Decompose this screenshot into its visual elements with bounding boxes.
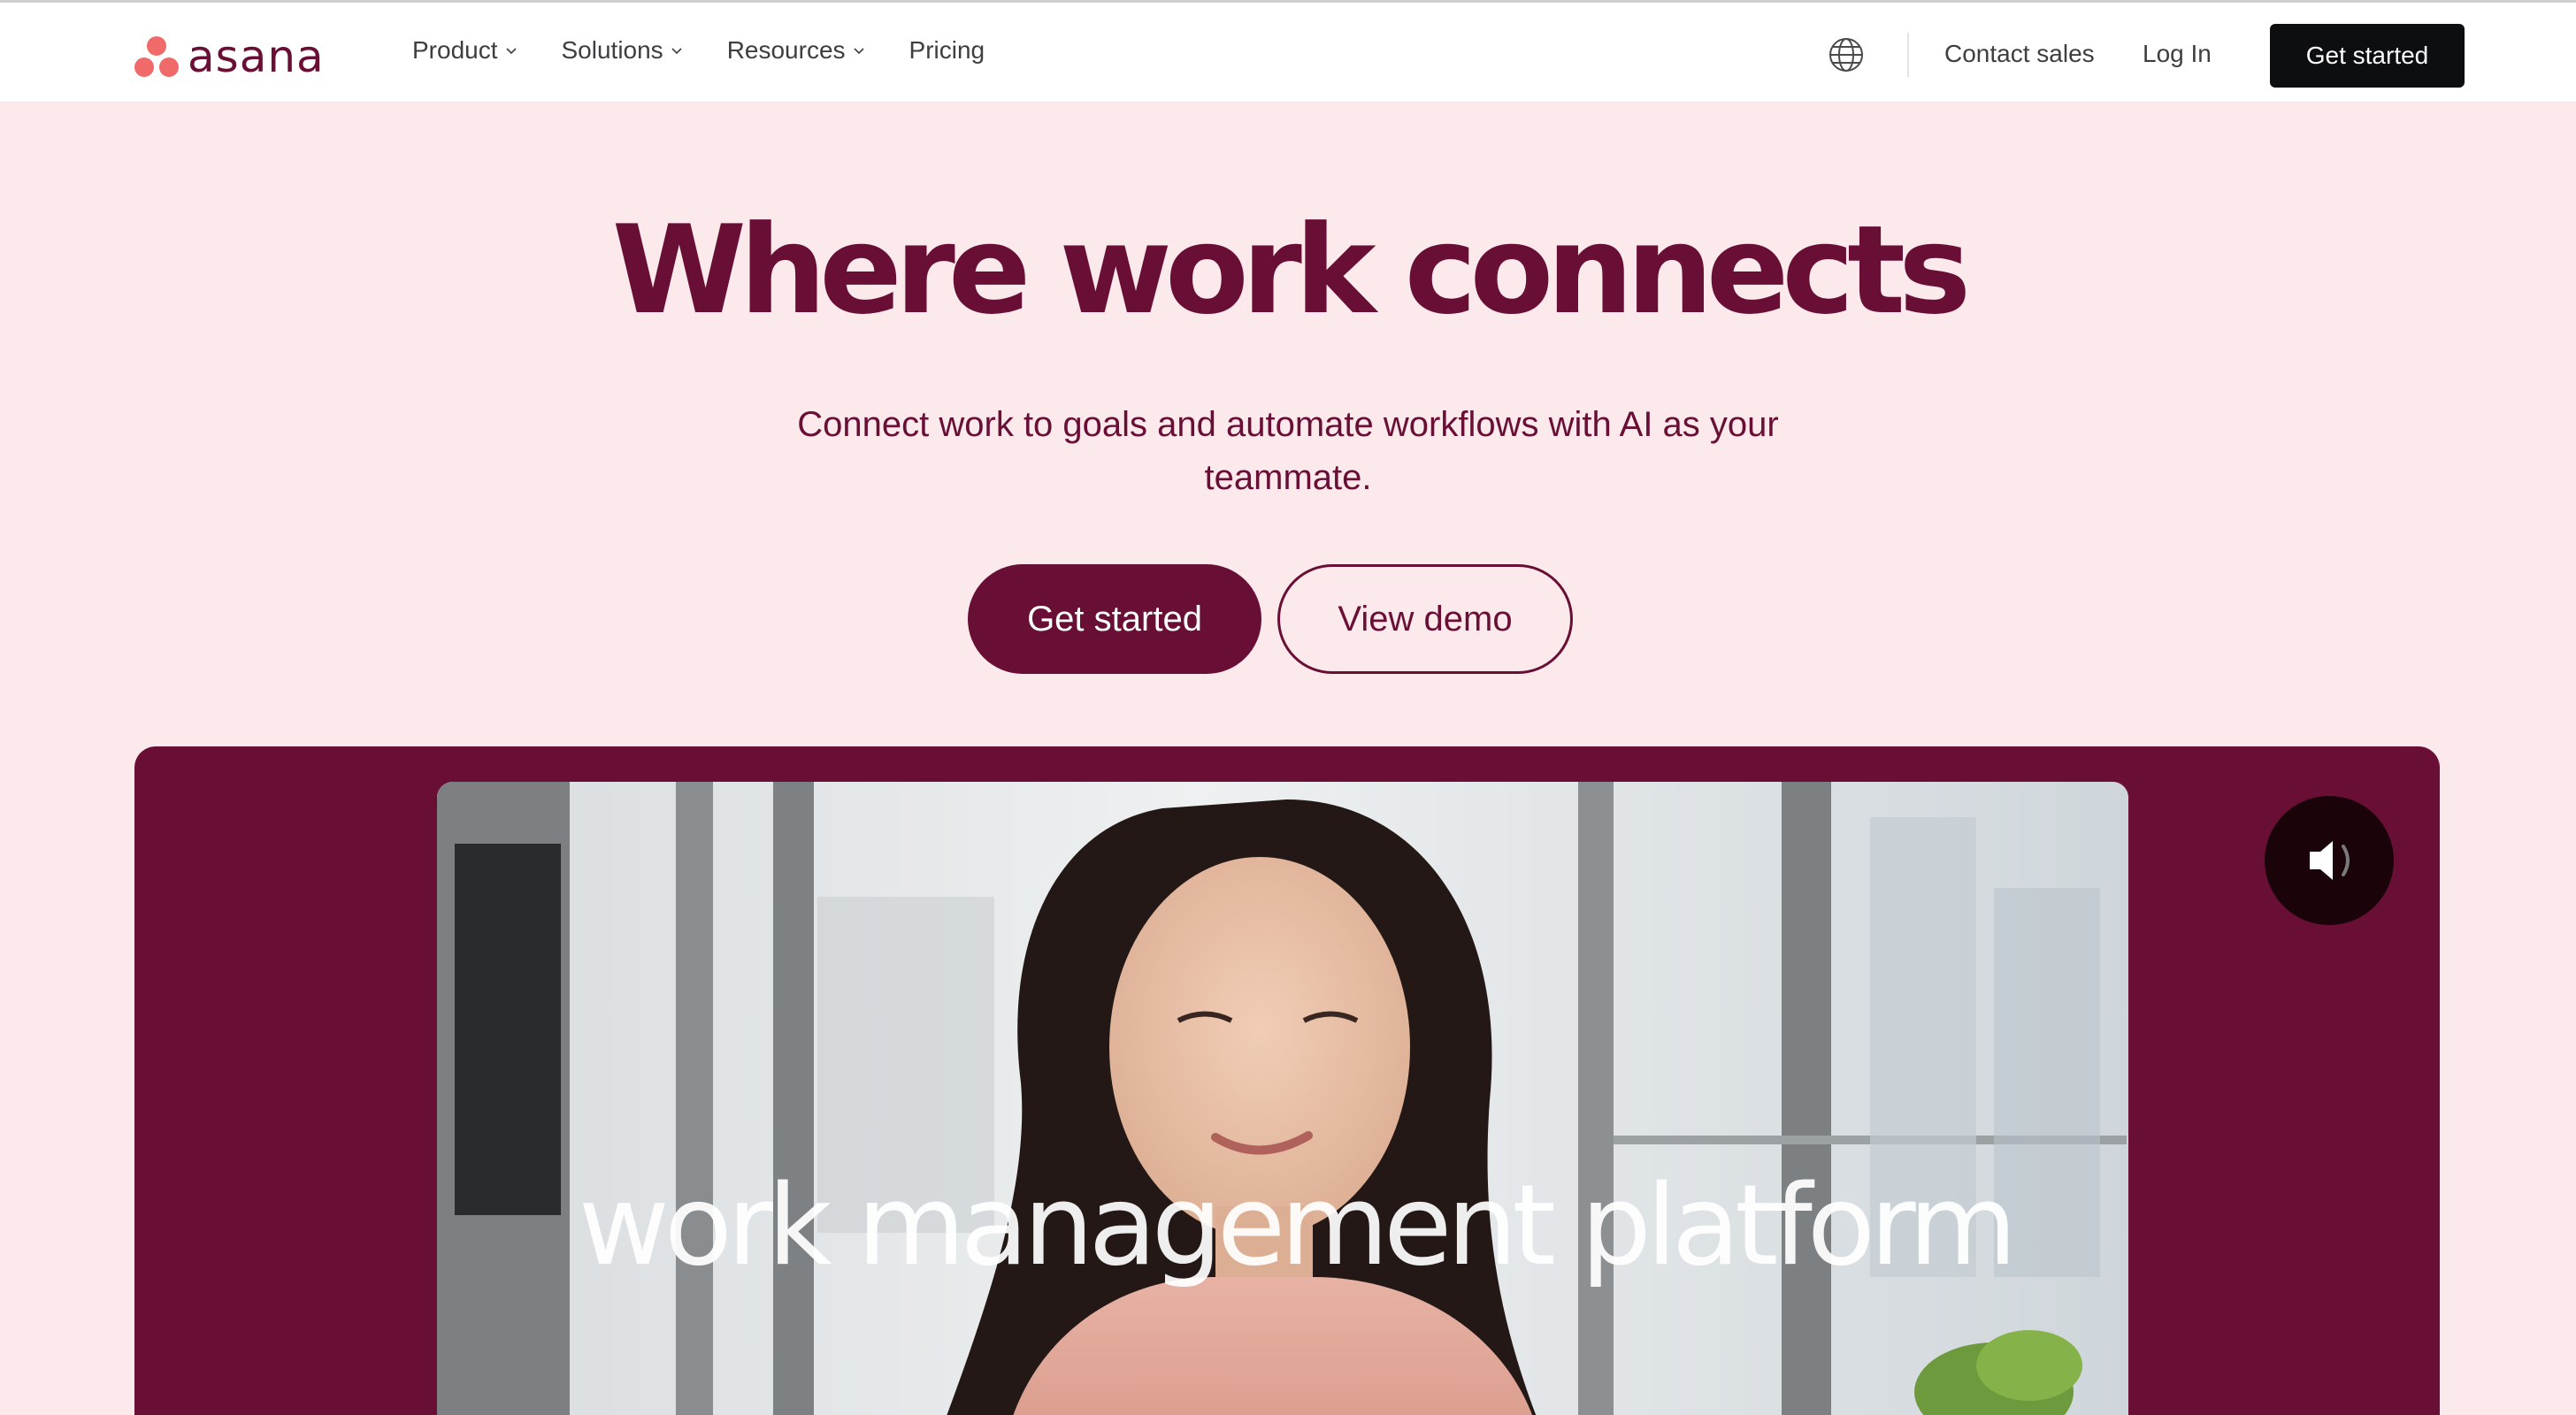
video-panel: work management platform	[134, 746, 2440, 1415]
top-nav: asana Product Solutions Resources Pricin…	[0, 0, 2576, 103]
chevron-down-icon	[505, 48, 517, 55]
asana-logo[interactable]: asana	[134, 34, 325, 79]
main-nav: Product Solutions Resources Pricing	[412, 36, 985, 65]
logo-wordmark: asana	[188, 31, 325, 82]
hero-subtitle: Connect work to goals and automate workf…	[725, 398, 1851, 504]
hero-subtitle-line-2: teammate.	[1204, 458, 1372, 497]
view-demo-button[interactable]: View demo	[1277, 564, 1573, 674]
hero-get-started-button[interactable]: Get started	[968, 564, 1261, 674]
nav-item-product[interactable]: Product	[412, 36, 518, 65]
nav-item-label: Solutions	[561, 36, 663, 64]
log-in-link[interactable]: Log In	[2143, 40, 2212, 68]
chevron-down-icon	[671, 48, 682, 55]
nav-item-solutions[interactable]: Solutions	[562, 36, 683, 65]
hero-video[interactable]: work management platform	[437, 782, 2128, 1415]
chevron-down-icon	[853, 48, 864, 55]
header-get-started-button[interactable]: Get started	[2270, 24, 2465, 88]
globe-icon[interactable]	[1828, 36, 1865, 73]
video-frame-image	[437, 782, 2128, 1415]
nav-item-resources[interactable]: Resources	[727, 36, 865, 65]
nav-item-label: Product	[412, 36, 498, 64]
video-caption: work management platform	[578, 1160, 2017, 1290]
hero-subtitle-line-1: Connect work to goals and automate workf…	[797, 405, 1779, 444]
asana-logo-mark-icon	[134, 36, 179, 77]
volume-icon	[2310, 841, 2350, 880]
hero-actions: Get started View demo	[0, 564, 2576, 674]
nav-item-label: Pricing	[908, 36, 985, 64]
header-divider	[1907, 33, 1909, 77]
page: asana Product Solutions Resources Pricin…	[0, 0, 2576, 1415]
nav-item-label: Resources	[726, 36, 846, 64]
hero-title: Where work connects	[611, 199, 1972, 341]
nav-item-pricing[interactable]: Pricing	[909, 36, 985, 65]
contact-sales-link[interactable]: Contact sales	[1944, 40, 2095, 68]
mute-button[interactable]	[2265, 796, 2394, 925]
